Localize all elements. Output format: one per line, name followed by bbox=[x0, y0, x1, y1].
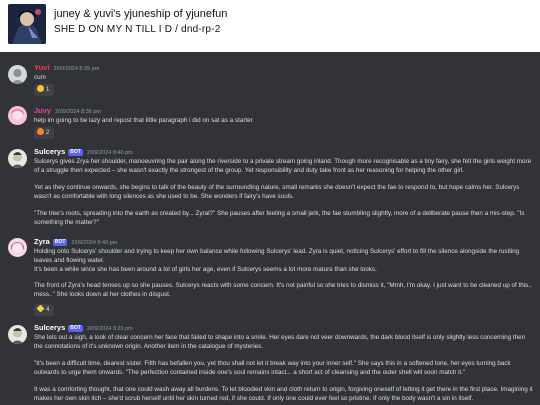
reaction-count: 4 bbox=[46, 307, 50, 313]
channel-header: juney & yuvi's yjuneship of yjunefun SHE… bbox=[0, 0, 540, 48]
username[interactable]: Zyra bbox=[34, 237, 50, 246]
message-paragraph: "It's been a difficult time, dearest sis… bbox=[34, 360, 511, 376]
sparkle-emoji-icon bbox=[36, 304, 45, 313]
chat-log[interactable]: Yuvi 2/09/2024 8:35 pm cum 1 Juvy 2/09/202… bbox=[0, 52, 540, 405]
message-paragraph: The front of Zyra's head tenses up so sh… bbox=[34, 282, 532, 298]
timestamp: 2/09/2024 8:36 pm bbox=[55, 109, 101, 115]
app-badge: BOT bbox=[52, 239, 68, 246]
server-icon[interactable] bbox=[8, 4, 46, 44]
reaction-count: 2 bbox=[46, 130, 50, 136]
message-paragraph: Holding onto Sulcerys' shoulder and tryi… bbox=[34, 248, 520, 273]
timestamp: 2/09/2024 8:49 pm bbox=[71, 240, 118, 246]
user-avatar[interactable] bbox=[8, 65, 27, 84]
reaction-count: 1 bbox=[46, 87, 50, 93]
message-paragraph: Yet as they continue onwards, she begins… bbox=[34, 184, 520, 200]
message-paragraph: It was a comforting thought, that one co… bbox=[34, 386, 533, 402]
username[interactable]: Sulcerys bbox=[34, 323, 65, 332]
slight-smile-emoji-icon bbox=[37, 85, 44, 92]
username[interactable]: Juvy bbox=[34, 106, 51, 115]
app-badge: BOT bbox=[68, 149, 83, 156]
username[interactable]: Sulcerys bbox=[34, 147, 65, 156]
message-text: help im going to be lazy and repost that… bbox=[34, 117, 253, 124]
reaction[interactable]: 4 bbox=[34, 304, 54, 316]
user-avatar[interactable] bbox=[8, 106, 27, 125]
app-badge: BOT bbox=[68, 325, 83, 332]
timestamp: 2/09/2024 8:35 pm bbox=[53, 66, 100, 72]
message-paragraph: She lets out a sigh, a look of clear con… bbox=[34, 334, 526, 350]
message-paragraph: Sulcerys gives Zrya her shoulder, manoeu… bbox=[34, 158, 532, 174]
reaction[interactable]: 2 bbox=[34, 127, 54, 139]
fire-emoji-icon bbox=[37, 128, 44, 135]
username[interactable]: Yuvi bbox=[34, 63, 49, 72]
reaction[interactable]: 1 bbox=[34, 84, 54, 96]
user-avatar[interactable] bbox=[8, 149, 27, 168]
user-avatar[interactable] bbox=[8, 325, 27, 344]
channel-path: SHE D ON MY N TILL I D / dnd-rp-2 bbox=[54, 24, 221, 35]
user-avatar[interactable] bbox=[8, 238, 27, 257]
message-text: cum bbox=[34, 74, 46, 81]
server-title: juney & yuvi's yjuneship of yjunefun bbox=[54, 8, 228, 20]
timestamp: 2/09/2024 9:20 pm bbox=[86, 326, 133, 332]
timestamp: 2/09/2024 8:40 pm bbox=[86, 150, 133, 156]
message-paragraph: "The tree's roots, spreading into the ea… bbox=[34, 210, 525, 226]
